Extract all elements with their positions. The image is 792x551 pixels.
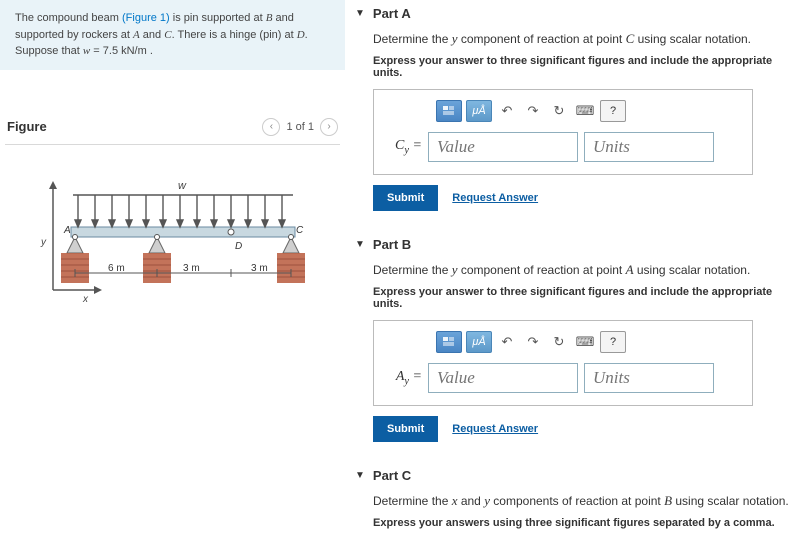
divider [5, 144, 340, 145]
greek-button[interactable]: μÅ [466, 331, 492, 353]
figure-pager-text: 1 of 1 [286, 121, 314, 133]
var-a: A [133, 29, 140, 41]
svg-text:D: D [235, 241, 242, 252]
svg-text:C: C [296, 225, 304, 236]
template-button[interactable] [436, 331, 462, 353]
text: and [140, 29, 164, 41]
greek-button[interactable]: μÅ [466, 100, 492, 122]
text: The compound beam [15, 12, 122, 24]
request-answer-link[interactable]: Request Answer [452, 192, 538, 204]
svg-text:6 m: 6 m [108, 263, 125, 274]
figure-pager: ‹ 1 of 1 › [262, 118, 338, 136]
keyboard-icon[interactable]: ⌨ [574, 332, 596, 352]
part-c: ▼ Part C Determine the x and y component… [355, 462, 792, 529]
eq-rhs: = 7.5 kN/m . [90, 45, 153, 57]
part-a-question: Determine the y component of reaction at… [373, 31, 792, 47]
svg-text:3 m: 3 m [251, 263, 268, 274]
answer-toolbar: μÅ ↶ ↷ ↻ ⌨ ? [386, 100, 740, 122]
var-d: D [297, 29, 305, 41]
text: is pin supported at [170, 12, 266, 24]
template-button[interactable] [436, 100, 462, 122]
part-b-answer-box: μÅ ↶ ↷ ↻ ⌨ ? Ay = [373, 320, 753, 406]
part-b-title: Part B [373, 237, 411, 252]
svg-text:x: x [82, 294, 89, 305]
part-a-instruction: Express your answer to three significant… [373, 55, 792, 79]
part-c-title: Part C [373, 468, 411, 483]
help-button[interactable]: ? [600, 100, 626, 122]
var-c: C [164, 29, 171, 41]
redo-icon[interactable]: ↷ [522, 101, 544, 121]
caret-down-icon: ▼ [355, 8, 365, 19]
caret-down-icon: ▼ [355, 470, 365, 481]
undo-icon[interactable]: ↶ [496, 332, 518, 352]
submit-button[interactable]: Submit [373, 185, 438, 211]
help-button[interactable]: ? [600, 331, 626, 353]
request-answer-link[interactable]: Request Answer [452, 423, 538, 435]
redo-icon[interactable]: ↷ [522, 332, 544, 352]
part-b-question: Determine the y component of reaction at… [373, 262, 792, 278]
part-b: ▼ Part B Determine the y component of re… [355, 231, 792, 442]
svg-text:y: y [40, 237, 47, 248]
submit-button[interactable]: Submit [373, 416, 438, 442]
figure-section: Figure ‹ 1 of 1 › y x [0, 110, 345, 308]
figure-title: Figure [7, 119, 47, 134]
svg-text:3 m: 3 m [183, 263, 200, 274]
figure-header: Figure ‹ 1 of 1 › [5, 110, 340, 144]
figure-link[interactable]: (Figure 1) [122, 12, 170, 24]
figure-next-button[interactable]: › [320, 118, 338, 136]
part-a: ▼ Part A Determine the y component of re… [355, 0, 792, 211]
beam-diagram: y x w A B D C [23, 175, 323, 308]
text: . There is a hinge (pin) at [172, 29, 297, 41]
keyboard-icon[interactable]: ⌨ [574, 101, 596, 121]
part-a-title: Part A [373, 6, 411, 21]
part-c-instruction: Express your answers using three signifi… [373, 517, 792, 529]
part-b-instruction: Express your answer to three significant… [373, 286, 792, 310]
answer-toolbar: μÅ ↶ ↷ ↻ ⌨ ? [386, 331, 740, 353]
value-input[interactable] [428, 132, 578, 162]
answer-b-label: Ay = [386, 369, 422, 387]
right-panel: ▼ Part A Determine the y component of re… [345, 0, 792, 551]
left-panel: The compound beam (Figure 1) is pin supp… [0, 0, 345, 551]
value-input[interactable] [428, 363, 578, 393]
svg-text:w: w [178, 180, 187, 192]
part-c-header[interactable]: ▼ Part C [355, 462, 792, 489]
svg-text:A: A [63, 225, 71, 236]
answer-a-label: Cy = [386, 138, 422, 156]
part-c-question: Determine the x and y components of reac… [373, 493, 792, 509]
reset-icon[interactable]: ↻ [548, 332, 570, 352]
units-input[interactable] [584, 132, 714, 162]
figure-prev-button[interactable]: ‹ [262, 118, 280, 136]
part-a-answer-box: μÅ ↶ ↷ ↻ ⌨ ? Cy = [373, 89, 753, 175]
units-input[interactable] [584, 363, 714, 393]
reset-icon[interactable]: ↻ [548, 101, 570, 121]
part-a-header[interactable]: ▼ Part A [355, 0, 792, 27]
part-b-header[interactable]: ▼ Part B [355, 231, 792, 258]
problem-statement: The compound beam (Figure 1) is pin supp… [0, 0, 345, 70]
caret-down-icon: ▼ [355, 239, 365, 250]
undo-icon[interactable]: ↶ [496, 101, 518, 121]
